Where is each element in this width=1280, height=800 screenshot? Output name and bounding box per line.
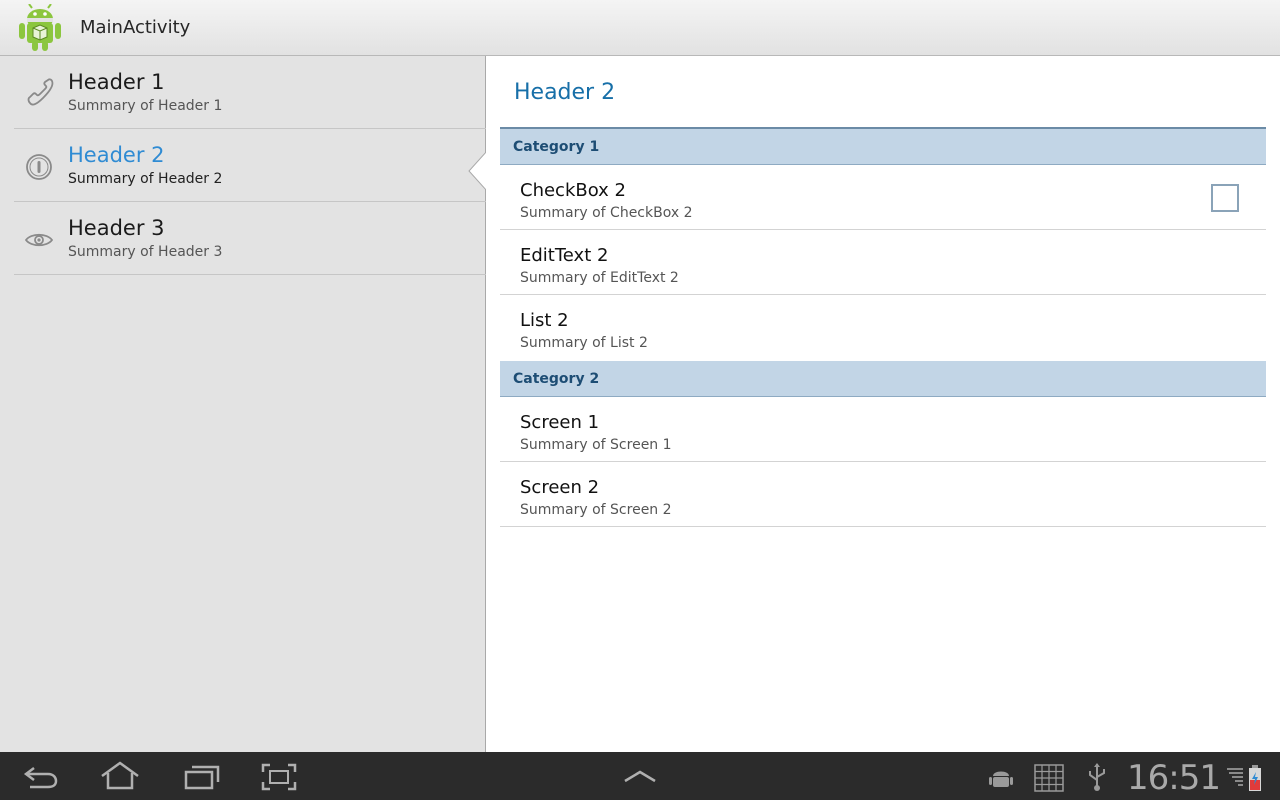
pref-title: EditText 2 xyxy=(520,245,609,266)
page-title: Header 2 xyxy=(514,80,616,105)
selection-notch xyxy=(468,151,487,191)
system-bar: 16:51 xyxy=(0,752,1280,800)
category-header-2: Category 2 xyxy=(500,361,1266,397)
app-title: MainActivity xyxy=(80,17,191,38)
header-title: Header 1 xyxy=(68,70,165,94)
header-summary: Summary of Header 2 xyxy=(68,171,223,187)
phone-icon xyxy=(27,78,54,106)
menu-up-icon[interactable] xyxy=(622,768,658,784)
clock[interactable]: 16:51 xyxy=(1127,758,1221,798)
recent-apps-icon[interactable] xyxy=(182,762,222,792)
header-title: Header 2 xyxy=(68,143,165,167)
pref-title: List 2 xyxy=(520,310,569,331)
screenshot-icon[interactable] xyxy=(260,762,298,792)
pref-summary: Summary of CheckBox 2 xyxy=(520,205,693,221)
keyboard-grid-icon xyxy=(1034,764,1064,792)
pref-screen-1[interactable]: Screen 1 Summary of Screen 1 xyxy=(500,397,1266,462)
pref-title: Screen 1 xyxy=(520,412,600,433)
header-item-1[interactable]: Header 1 Summary of Header 1 xyxy=(14,56,486,129)
pref-title: Screen 2 xyxy=(520,477,600,498)
pref-list-2[interactable]: List 2 Summary of List 2 xyxy=(500,295,1266,360)
usb-icon xyxy=(1089,763,1105,791)
android-debug-icon xyxy=(989,771,1013,787)
pref-edittext-2[interactable]: EditText 2 Summary of EditText 2 xyxy=(500,230,1266,295)
back-icon[interactable] xyxy=(20,762,60,792)
category-header-1: Category 1 xyxy=(500,129,1266,165)
header-summary: Summary of Header 1 xyxy=(68,98,223,114)
signal-icon xyxy=(1227,768,1243,786)
pref-summary: Summary of Screen 1 xyxy=(520,437,672,453)
pref-screen-2[interactable]: Screen 2 Summary of Screen 2 xyxy=(500,462,1266,527)
category-title: Category 2 xyxy=(513,371,600,387)
preferences-pane: Header 2 Category 1 CheckBox 2 Summary o… xyxy=(486,56,1280,752)
pref-summary: Summary of EditText 2 xyxy=(520,270,679,286)
checkbox[interactable] xyxy=(1211,184,1239,212)
header-item-3[interactable]: Header 3 Summary of Header 3 xyxy=(14,202,486,275)
pref-title: CheckBox 2 xyxy=(520,180,627,201)
action-bar: MainActivity xyxy=(0,0,1280,56)
header-title: Header 3 xyxy=(68,216,165,240)
android-app-icon[interactable] xyxy=(16,4,64,52)
battery-icon xyxy=(1249,765,1261,791)
pref-checkbox-2[interactable]: CheckBox 2 Summary of CheckBox 2 xyxy=(500,165,1266,230)
pref-summary: Summary of Screen 2 xyxy=(520,502,672,518)
home-icon[interactable] xyxy=(98,760,142,792)
headers-pane: Header 1 Summary of Header 1 Header 2 Su… xyxy=(0,56,487,752)
pref-summary: Summary of List 2 xyxy=(520,335,648,351)
info-icon xyxy=(26,154,52,180)
header-item-2[interactable]: Header 2 Summary of Header 2 xyxy=(14,129,486,202)
eye-icon xyxy=(24,233,54,247)
category-title: Category 1 xyxy=(513,139,600,155)
header-summary: Summary of Header 3 xyxy=(68,244,223,260)
